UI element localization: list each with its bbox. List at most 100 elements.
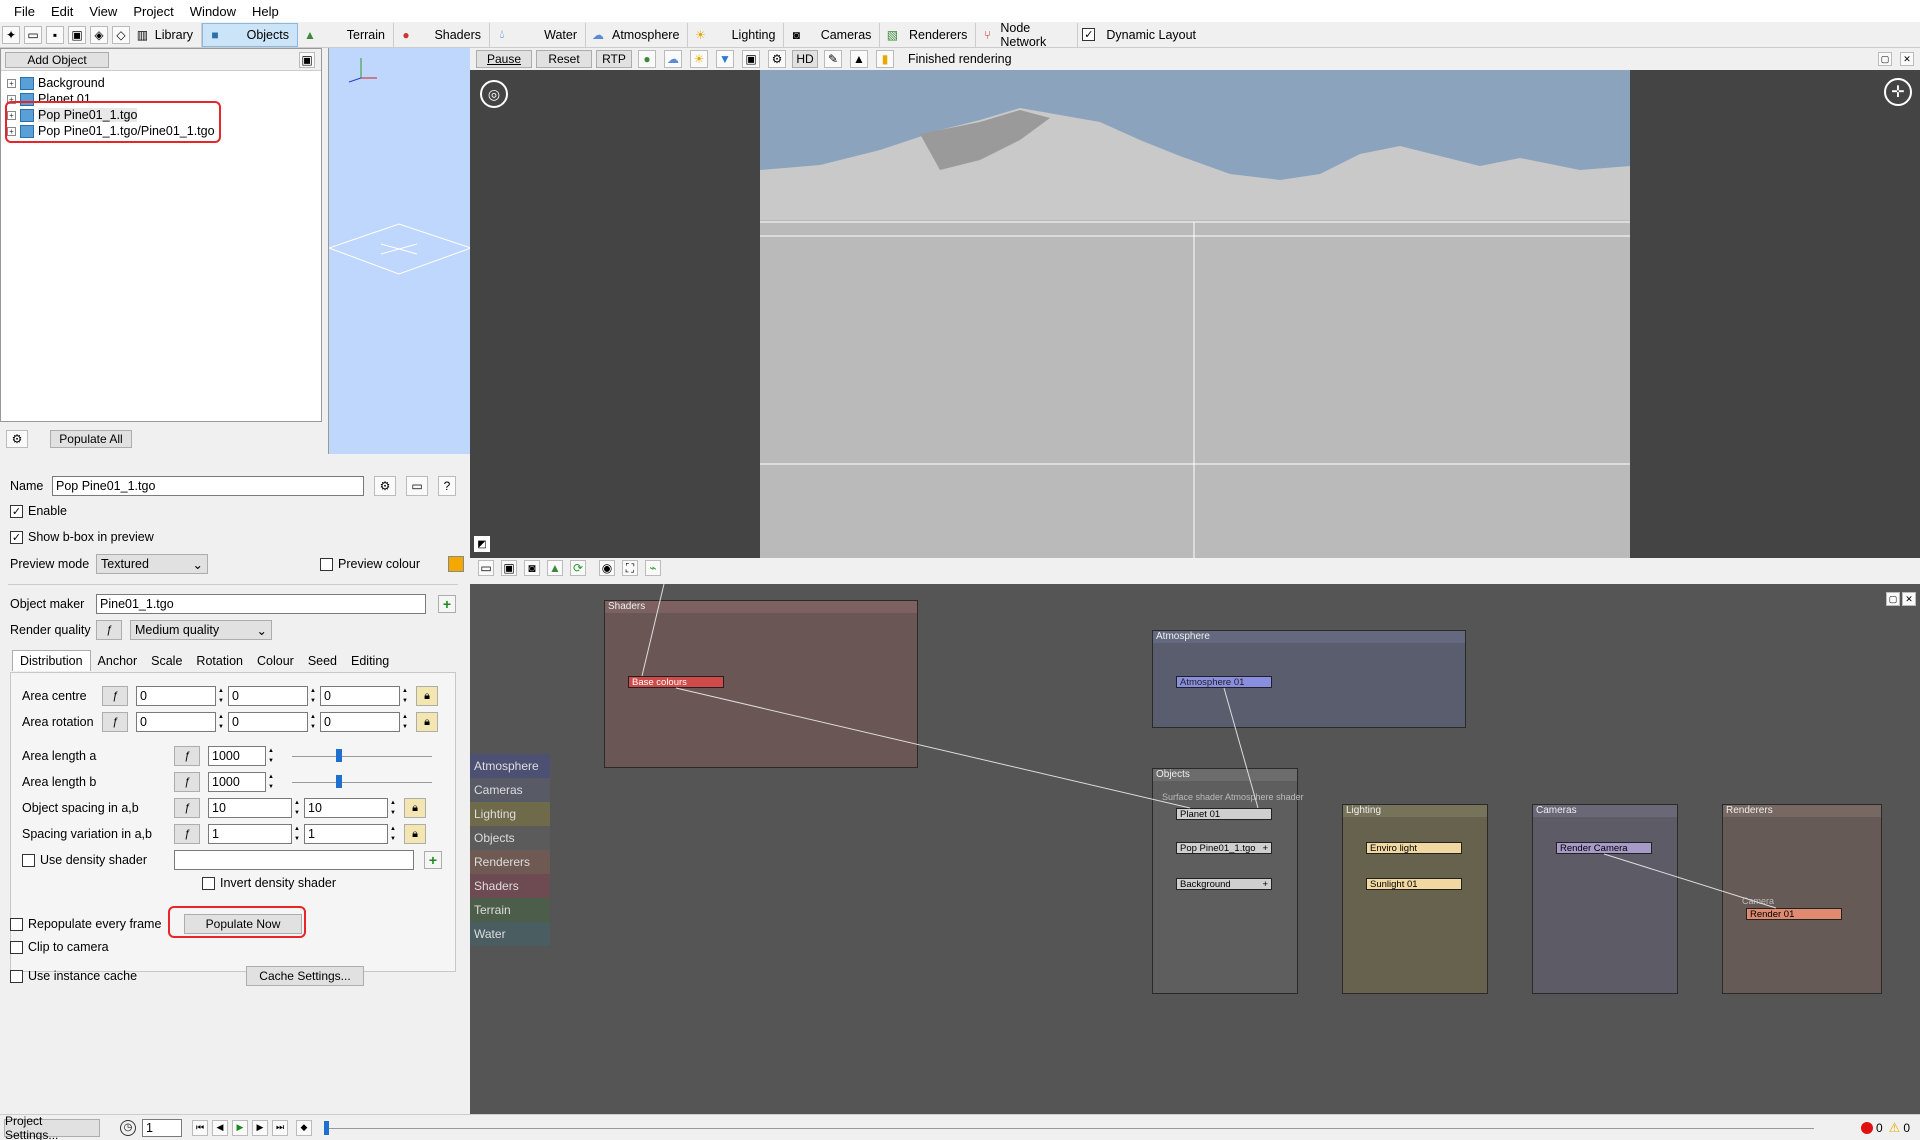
- tab-scale[interactable]: Scale: [144, 651, 189, 671]
- render-2d-icon[interactable]: ▣: [68, 25, 86, 44]
- node-side-cameras[interactable]: Cameras: [470, 778, 550, 802]
- rtp-button[interactable]: RTP: [596, 50, 632, 68]
- node-side-shaders[interactable]: Shaders: [470, 874, 550, 898]
- render-corner-icon[interactable]: ◩: [474, 536, 490, 552]
- menu-project[interactable]: Project: [125, 4, 181, 19]
- tab-editing[interactable]: Editing: [344, 651, 396, 671]
- fit-view-icon[interactable]: ⛶: [622, 560, 638, 576]
- add-object-button[interactable]: Add Object: [5, 51, 109, 68]
- area-rotation-y[interactable]: 0 ▲ ▼: [228, 712, 318, 732]
- help-icon[interactable]: ?: [438, 476, 456, 496]
- water-icon[interactable]: ▼: [716, 50, 734, 68]
- crosshair-icon[interactable]: ✛: [1884, 78, 1912, 106]
- tree-item-background[interactable]: + Background: [1, 75, 321, 91]
- tab-distribution[interactable]: Distribution: [12, 650, 91, 671]
- dynamic-layout-toggle[interactable]: ✓ Dynamic Layout: [1078, 23, 1204, 47]
- spin-arrows-icon[interactable]: ▲ ▼: [308, 712, 318, 732]
- spin-arrows-icon[interactable]: ▲ ▼: [216, 686, 226, 706]
- tab-library[interactable]: ▥ Library: [132, 22, 202, 47]
- area-centre-z[interactable]: 0 ▲ ▼: [320, 686, 410, 706]
- spacing-variation-b[interactable]: 1 ▲ ▼: [304, 824, 398, 844]
- clip-to-camera-checkbox[interactable]: [10, 940, 23, 954]
- spacing-variation-a[interactable]: 1 ▲ ▼: [208, 824, 302, 844]
- terrain-node-icon[interactable]: ▲: [547, 560, 563, 576]
- gear-icon[interactable]: ⚙: [374, 476, 396, 496]
- area-rotation-z[interactable]: 0 ▲ ▼: [320, 712, 410, 732]
- spin-arrows-icon[interactable]: ▲ ▼: [388, 798, 398, 818]
- function-icon[interactable]: ƒ: [174, 824, 200, 844]
- menu-file[interactable]: File: [6, 4, 43, 19]
- mini-3d-preview[interactable]: [327, 48, 473, 454]
- eye-icon[interactable]: ◉: [599, 560, 615, 576]
- settings-gear-icon[interactable]: ⚙: [6, 430, 28, 448]
- tab-renderers[interactable]: ▧ Renderers: [880, 22, 977, 47]
- menu-help[interactable]: Help: [244, 4, 287, 19]
- area-length-b-slider[interactable]: [292, 772, 432, 792]
- object-spacing-b[interactable]: 10 ▲ ▼: [304, 798, 398, 818]
- area-length-a-slider[interactable]: [292, 746, 432, 766]
- slider-thumb[interactable]: [336, 749, 342, 762]
- landscape-icon[interactable]: ▲: [850, 50, 868, 68]
- menu-window[interactable]: Window: [182, 4, 244, 19]
- repopulate-checkbox[interactable]: [10, 917, 23, 931]
- populate-all-button[interactable]: Populate All: [50, 430, 132, 448]
- cache-settings-button[interactable]: Cache Settings...: [246, 966, 364, 986]
- display-icon[interactable]: ▣: [742, 50, 760, 68]
- add-density-shader-icon[interactable]: +: [424, 851, 442, 869]
- use-density-shader-checkbox[interactable]: [22, 853, 35, 867]
- node-side-objects[interactable]: Objects: [470, 826, 550, 850]
- node-side-terrain[interactable]: Terrain: [470, 898, 550, 922]
- preview-mode-select[interactable]: Textured ⌄: [96, 554, 208, 574]
- dynamic-layout-checkbox[interactable]: ✓: [1082, 28, 1096, 41]
- enable-checkbox[interactable]: ✓: [10, 504, 23, 518]
- open-folder-icon[interactable]: ▭: [24, 25, 42, 44]
- tab-colour[interactable]: Colour: [250, 651, 301, 671]
- node-side-lighting[interactable]: Lighting: [470, 802, 550, 826]
- link-icon[interactable]: ⌁: [645, 560, 661, 576]
- gear-icon[interactable]: ⚙: [768, 50, 786, 68]
- brush-icon[interactable]: ✎: [824, 50, 842, 68]
- invert-density-checkbox[interactable]: [202, 876, 215, 890]
- spin-arrows-icon[interactable]: ▲ ▼: [266, 772, 276, 792]
- spin-arrows-icon[interactable]: ▲ ▼: [388, 824, 398, 844]
- tab-terrain[interactable]: ▲ Terrain: [298, 22, 394, 47]
- spin-arrows-icon[interactable]: ▲ ▼: [216, 712, 226, 732]
- clip-camera-row[interactable]: Clip to camera: [10, 940, 109, 954]
- lock-icon[interactable]: 🔒︎: [404, 798, 426, 818]
- play-icon[interactable]: ▶: [232, 1119, 248, 1136]
- node-side-atmosphere[interactable]: Atmosphere: [470, 754, 550, 778]
- function-icon[interactable]: ƒ: [102, 712, 128, 732]
- tool-icon[interactable]: ◇: [112, 25, 130, 44]
- tab-lighting[interactable]: ☀ Lighting: [688, 22, 785, 47]
- expand-icon[interactable]: +: [7, 78, 16, 88]
- frame-input[interactable]: 1: [142, 1118, 182, 1137]
- preview-colour-checkbox[interactable]: [320, 557, 333, 571]
- prev-frame-icon[interactable]: ◀: [212, 1119, 228, 1136]
- name-input[interactable]: Pop Pine01_1.tgo: [52, 476, 364, 496]
- hd-button[interactable]: HD: [792, 50, 818, 68]
- pause-button[interactable]: Pause: [476, 50, 532, 68]
- first-frame-icon[interactable]: ⏮: [192, 1119, 208, 1136]
- tab-rotation[interactable]: Rotation: [189, 651, 250, 671]
- next-frame-icon[interactable]: ▶: [252, 1119, 268, 1136]
- object-maker-input[interactable]: Pine01_1.tgo: [96, 594, 426, 614]
- tab-anchor[interactable]: Anchor: [91, 651, 145, 671]
- new-file-icon[interactable]: ✦: [2, 25, 20, 44]
- slider-thumb[interactable]: [336, 775, 342, 788]
- area-centre-y[interactable]: 0 ▲ ▼: [228, 686, 318, 706]
- area-length-a-input[interactable]: 1000 ▲ ▼: [208, 746, 276, 766]
- tab-objects[interactable]: ■ Objects: [202, 22, 298, 47]
- sphere-icon[interactable]: ●: [638, 50, 656, 68]
- tab-water[interactable]: 💧︎ Water: [490, 22, 586, 47]
- last-frame-icon[interactable]: ⏭: [272, 1119, 288, 1136]
- function-icon[interactable]: ƒ: [102, 686, 128, 706]
- area-centre-x[interactable]: 0 ▲ ▼: [136, 686, 226, 706]
- spin-arrows-icon[interactable]: ▲ ▼: [400, 686, 410, 706]
- add-object-maker-icon[interactable]: +: [438, 595, 456, 613]
- preview-colour-swatch[interactable]: [447, 556, 464, 572]
- spin-arrows-icon[interactable]: ▲ ▼: [400, 712, 410, 732]
- tab-cameras[interactable]: ◙ Cameras: [784, 22, 881, 47]
- lock-icon[interactable]: 🔒︎: [416, 686, 438, 706]
- bar-icon[interactable]: ▮: [876, 50, 894, 68]
- function-icon[interactable]: ƒ: [174, 772, 200, 792]
